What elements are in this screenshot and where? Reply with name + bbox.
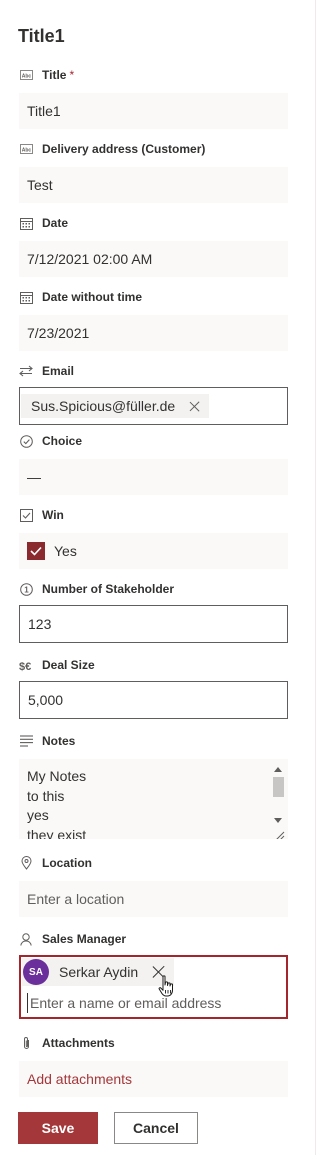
cancel-button[interactable]: Cancel [114,1112,198,1144]
field-choice: Choice — [19,433,288,495]
svg-text:1: 1 [24,585,29,594]
win-toggle[interactable]: Yes [19,533,288,569]
people-picker[interactable]: SA Serkar Aydin [19,955,288,1019]
notes-line: they exist [27,826,87,840]
calendar-icon [19,290,33,304]
field-label: Sales Manager [42,932,127,946]
notes-line: to this [27,787,65,804]
currency-icon: $€ [19,658,35,672]
avatar: SA [23,959,49,985]
notes-line: yes [27,807,49,823]
scroll-thumb[interactable] [273,777,284,797]
form-title: Title1 [18,26,65,46]
field-label: Email [42,364,75,378]
email-field[interactable]: Sus.Spicious@füller.de [19,387,288,425]
checkbox-checked-icon[interactable] [27,542,45,560]
notes-scrollbar[interactable] [272,767,284,823]
email-tag-text: Sus.Spicious@füller.de [31,398,176,414]
number-icon: 1 [19,582,33,596]
location-input[interactable]: Enter a location [19,881,288,917]
notes-line: My Notes [27,768,87,784]
field-win: Win Yes [19,507,288,569]
people-search-input[interactable] [27,993,282,1013]
field-label: Choice [42,434,83,448]
delivery-address-input[interactable]: Test [19,167,288,203]
scroll-up-arrow-icon[interactable] [274,767,282,772]
date-without-time-input[interactable]: 7/23/2021 [19,315,288,351]
field-label: Deal Size [42,658,95,672]
email-tag: Sus.Spicious@füller.de [21,394,210,418]
field-label: Attachments [42,1036,115,1050]
field-label: Notes [42,734,76,748]
field-label: Delivery address (Customer) [42,142,206,156]
lines-icon [19,734,33,748]
resize-grip-icon[interactable] [275,827,285,839]
save-button[interactable]: Save [18,1112,98,1144]
persona-name: Serkar Aydin [59,964,139,980]
map-pin-icon [19,856,33,870]
form-panel: Title1 Abc Title * Title1 Abc Delivery a… [0,0,316,1155]
svg-text:$€: $€ [19,661,31,672]
required-mark: * [69,68,75,82]
calendar-icon [19,216,33,230]
stakeholder-input[interactable]: 123 [19,605,288,643]
scroll-down-arrow-icon[interactable] [274,818,282,823]
field-label: Date without time [42,290,143,304]
date-input[interactable]: 7/12/2021 02:00 AM [19,241,288,277]
field-label: Number of Stakeholder [42,582,175,596]
win-value: Yes [54,543,77,559]
add-attachments-link[interactable]: Add attachments [19,1061,288,1097]
field-date: Date 7/12/2021 02:00 AM [19,215,288,277]
person-icon [19,932,33,946]
title-input[interactable]: Title1 [19,93,288,129]
field-label: Win [42,508,64,522]
field-deal-size: $€ Deal Size 5,000 [19,657,288,719]
checkbox-icon [19,508,33,522]
field-sales-manager: Sales Manager SA Serkar Aydin [19,931,288,1019]
persona-chip[interactable]: SA Serkar Aydin [22,958,175,986]
field-label: Date [42,216,69,230]
choice-check-circle-icon [19,434,33,448]
field-label: Title [42,68,67,82]
deal-size-input[interactable]: 5,000 [19,681,288,719]
field-title: Abc Title * Title1 [19,67,288,129]
lookup-arrows-icon [19,364,33,378]
field-email: Email Sus.Spicious@füller.de [19,363,288,425]
paperclip-icon [19,1036,33,1050]
field-delivery-address: Abc Delivery address (Customer) Test [19,141,288,203]
field-location: Location Enter a location [19,855,288,917]
choice-dropdown[interactable]: — [19,459,288,495]
field-notes: Notes My Notes to this yes they exist [19,733,288,839]
notes-textarea[interactable]: My Notes to this yes they exist [19,759,288,839]
svg-text:Abc: Abc [21,147,31,153]
field-attachments: Attachments Add attachments [19,1035,288,1097]
field-date-without-time: Date without time 7/23/2021 [19,289,288,351]
close-icon[interactable] [189,400,201,412]
text-field-icon: Abc [19,68,33,82]
text-field-icon: Abc [19,142,33,156]
svg-text:Abc: Abc [21,73,31,79]
field-number-of-stakeholder: 1 Number of Stakeholder 123 [19,581,288,643]
field-label: Location [42,856,92,870]
